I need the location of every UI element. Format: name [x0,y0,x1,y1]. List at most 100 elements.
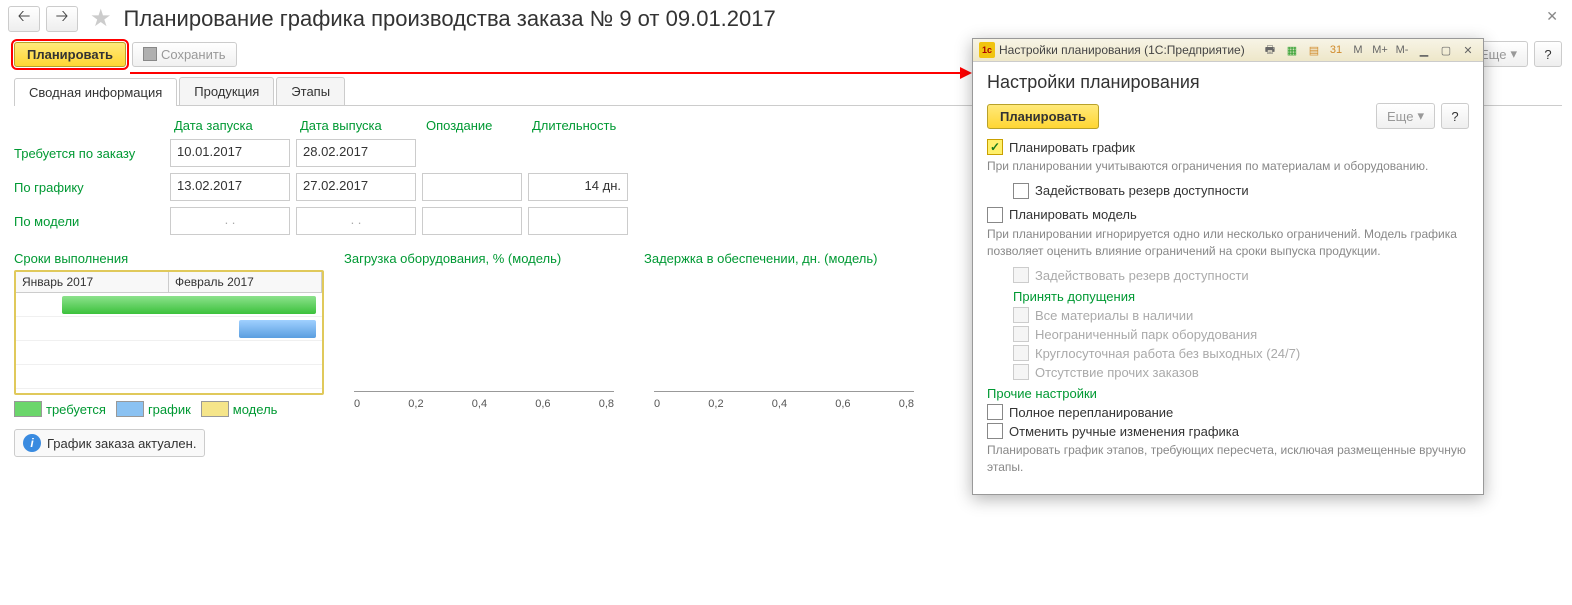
load-chart: 0 0,2 0,4 0,6 0,8 [344,270,624,410]
status-text: График заказа актуален. [47,436,196,451]
dialog-more-button[interactable]: Еще ▾ [1376,103,1435,129]
close-icon[interactable]: ✕ [1546,8,1558,25]
row-schedule-label: По графику [14,178,164,197]
schedule-start[interactable]: 13.02.2017 [170,173,290,201]
asm-materials-label: Все материалы в наличии [1035,308,1193,323]
calendar2-icon[interactable]: 31 [1327,42,1345,58]
annotation-arrow-head [960,67,972,79]
dialog-titlebar-text: Настройки планирования (1С:Предприятие) [999,43,1257,57]
chk-plan-schedule[interactable] [987,139,1003,155]
calendar-icon[interactable]: ▤ [1305,42,1323,58]
dialog-close-icon[interactable]: ✕ [1459,42,1477,58]
maximize-icon[interactable]: ▢ [1437,42,1455,58]
assumptions-label: Принять допущения [1013,289,1469,304]
tick: 0,2 [408,398,423,410]
legend-required: требуется [46,402,106,417]
plan-button[interactable]: Планировать [14,42,126,67]
nav-forward-button[interactable]: 🡢 [46,6,78,32]
grid-icon[interactable]: ▦ [1283,42,1301,58]
tick: 0,8 [599,398,614,410]
other-settings-label: Прочие настройки [987,386,1469,401]
asm-noorders-label: Отсутствие прочих заказов [1035,365,1199,380]
gantt-col-feb: Февраль 2017 [169,272,322,292]
gantt-col-jan: Январь 2017 [16,272,169,292]
legend-model: модель [233,402,278,417]
tab-stages[interactable]: Этапы [276,77,345,105]
model-end[interactable]: . . [296,207,416,235]
chk-plan-model-label: Планировать модель [1009,207,1137,222]
chk-plan-schedule-label: Планировать график [1009,140,1135,155]
save-button[interactable]: Сохранить [132,42,237,67]
save-label: Сохранить [161,47,226,62]
asm-247-label: Круглосуточная работа без выходных (24/7… [1035,346,1300,361]
chk-asm-equipment [1013,326,1029,342]
row-model-label: По модели [14,212,164,231]
chk-asm-247 [1013,345,1029,361]
required-start[interactable]: 10.01.2017 [170,139,290,167]
col-end: Дата выпуска [296,116,416,135]
schedule-end[interactable]: 27.02.2017 [296,173,416,201]
col-start: Дата запуска [170,116,290,135]
dialog-help-button[interactable]: ? [1441,103,1469,129]
info-icon: i [23,434,41,452]
nav-back-button[interactable]: 🡠 [8,6,40,32]
section-deadlines: Сроки выполнения [14,251,324,266]
required-end[interactable]: 28.02.2017 [296,139,416,167]
annotation-arrow [130,72,966,74]
model-start[interactable]: . . [170,207,290,235]
dialog-heading: Настройки планирования [987,72,1469,93]
chevron-down-icon: ▾ [1417,108,1424,124]
legend-sw-schedule [116,401,144,417]
tick: 0,2 [708,398,723,410]
plan-schedule-desc: При планировании учитываются ограничения… [987,158,1469,175]
schedule-delay[interactable] [422,173,522,201]
col-duration: Длительность [528,116,628,135]
schedule-duration[interactable]: 14 дн. [528,173,628,201]
chk-cancel-manual[interactable] [987,423,1003,439]
tick: 0 [354,398,360,410]
chk-use-reserve-label: Задействовать резерв доступности [1035,183,1249,198]
chk-full-replan[interactable] [987,404,1003,420]
tab-products[interactable]: Продукция [179,77,274,105]
chk-use-reserve2 [1013,267,1029,283]
chk-asm-materials [1013,307,1029,323]
row-required-label: Требуется по заказу [14,144,164,163]
chk-plan-model[interactable] [987,207,1003,223]
tick: 0,4 [772,398,787,410]
m-minus-button[interactable]: M- [1393,42,1411,58]
model-delay[interactable] [422,207,522,235]
chevron-down-icon: ▾ [1510,46,1517,62]
model-duration[interactable] [528,207,628,235]
m-plus-button[interactable]: M+ [1371,42,1389,58]
legend-sw-required [14,401,42,417]
cancel-manual-label: Отменить ручные изменения графика [1009,424,1239,439]
minimize-icon[interactable]: ▁ [1415,42,1433,58]
tick: 0,4 [472,398,487,410]
section-delay: Задержка в обеспечении, дн. (модель) [644,251,924,266]
page-title: Планирование графика производства заказа… [124,6,776,32]
app-logo-icon: 1c [979,42,995,58]
disk-icon [143,47,157,61]
tick: 0 [654,398,660,410]
legend-schedule: график [148,402,191,417]
tab-summary[interactable]: Сводная информация [14,78,177,106]
dialog-more-label: Еще [1387,109,1413,124]
dialog-plan-button[interactable]: Планировать [987,104,1099,129]
other-desc: Планировать график этапов, требующих пер… [987,442,1469,476]
help-button[interactable]: ? [1534,41,1562,67]
chk-asm-noorders [1013,364,1029,380]
legend-sw-model [201,401,229,417]
favorite-star-icon[interactable]: ★ [90,4,112,33]
chk-use-reserve[interactable] [1013,183,1029,199]
gantt-chart[interactable]: Январь 2017 Февраль 2017 [14,270,324,395]
gantt-bar-required [62,296,316,314]
full-replan-label: Полное перепланирование [1009,405,1173,420]
delay-chart: 0 0,2 0,4 0,6 0,8 [644,270,924,410]
m-button[interactable]: M [1349,42,1367,58]
plan-model-desc: При планировании игнорируется одно или н… [987,226,1469,260]
section-load: Загрузка оборудования, % (модель) [344,251,624,266]
tick: 0,6 [835,398,850,410]
asm-equipment-label: Неограниченный парк оборудования [1035,327,1257,342]
print-icon[interactable]: 🖶 [1261,42,1279,58]
planning-settings-dialog: 1c Настройки планирования (1С:Предприяти… [972,38,1484,495]
